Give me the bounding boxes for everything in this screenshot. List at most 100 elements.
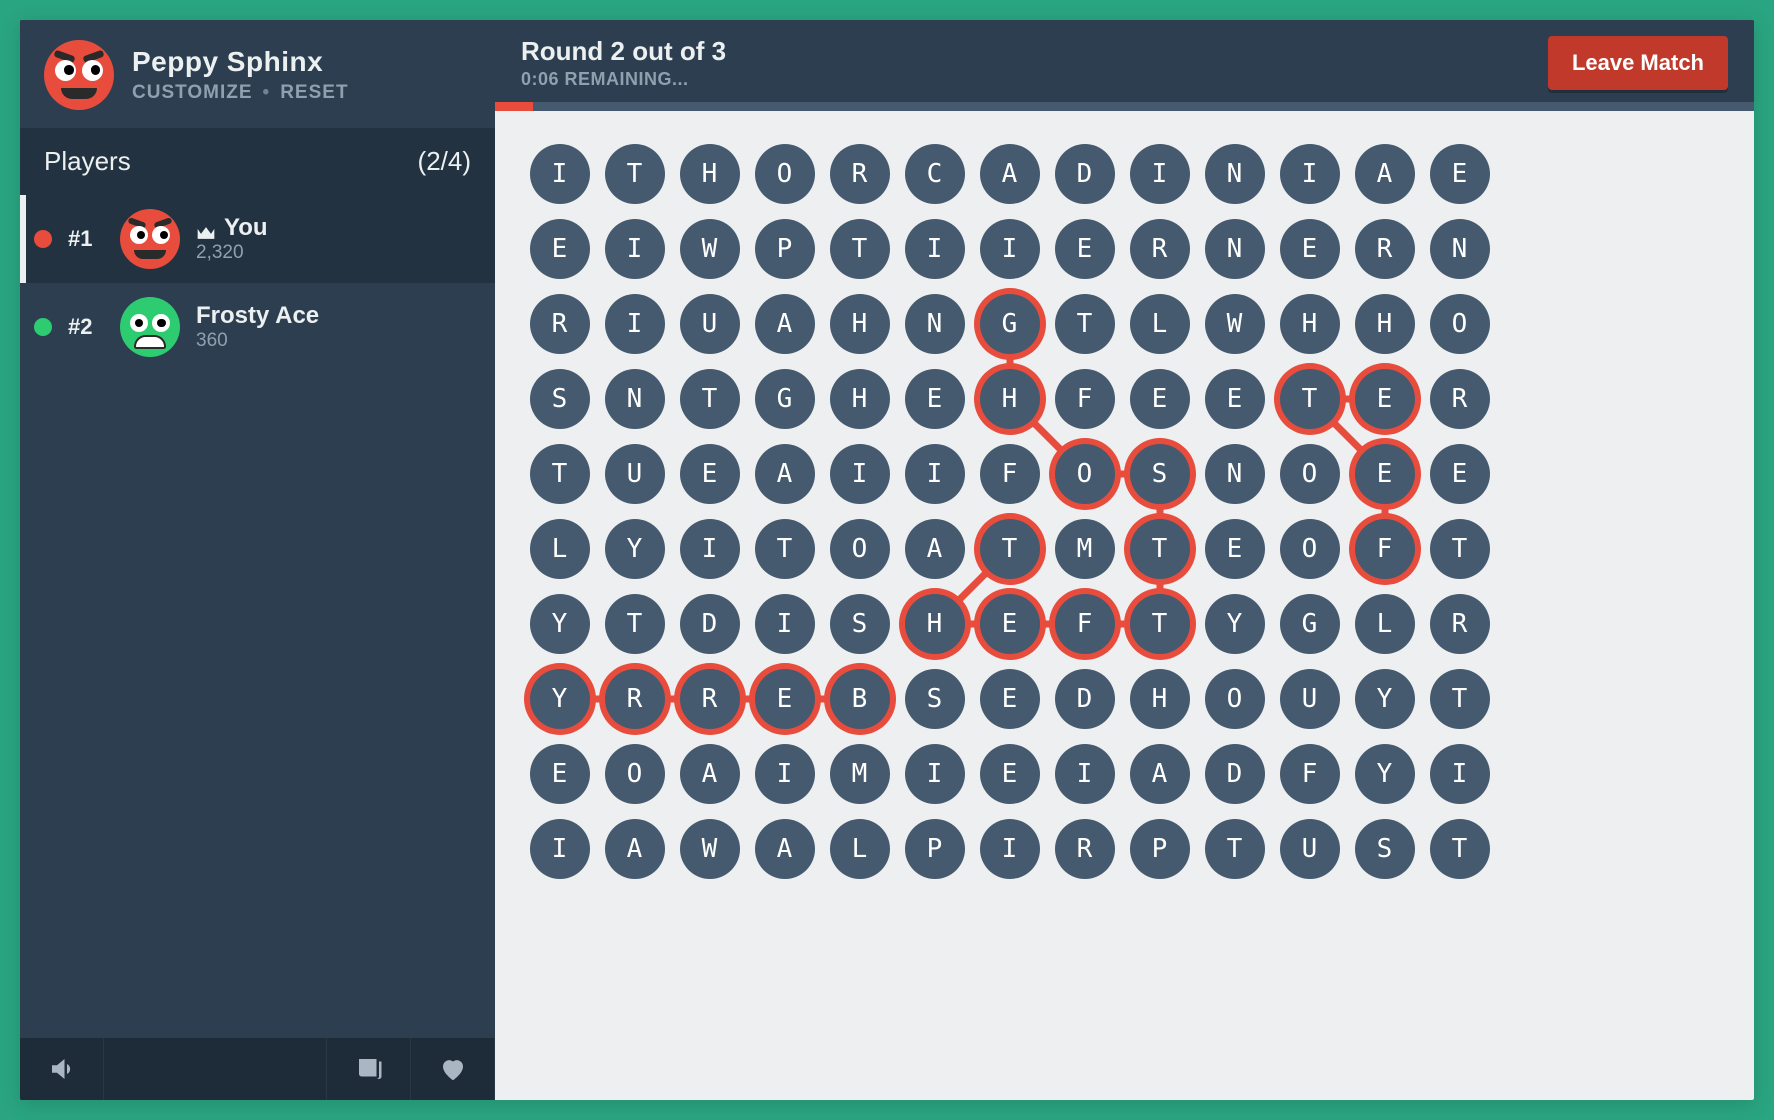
letter-chip[interactable]: T [530,444,590,504]
letter-chip[interactable]: W [680,819,740,879]
letter-chip[interactable]: N [605,369,665,429]
letter-chip[interactable]: L [1355,594,1415,654]
letter-chip[interactable]: I [680,519,740,579]
letter-chip[interactable]: E [1355,369,1415,429]
heart-icon[interactable] [411,1038,495,1100]
letter-chip[interactable]: H [1355,294,1415,354]
letter-chip[interactable]: R [830,144,890,204]
letter-chip[interactable]: E [1205,519,1265,579]
letter-chip[interactable]: D [1055,669,1115,729]
letter-chip[interactable]: O [605,744,665,804]
letter-chip[interactable]: A [1130,744,1190,804]
letter-chip[interactable]: I [980,219,1040,279]
letter-chip[interactable]: E [1430,144,1490,204]
letter-chip[interactable]: U [605,444,665,504]
letter-chip[interactable]: M [830,744,890,804]
letter-chip[interactable]: F [1055,594,1115,654]
letter-chip[interactable]: T [680,369,740,429]
letter-chip[interactable]: E [980,669,1040,729]
letter-chip[interactable]: I [1280,144,1340,204]
letter-chip[interactable]: T [980,519,1040,579]
leave-button[interactable]: Leave Match [1548,36,1728,90]
letter-chip[interactable]: M [1055,519,1115,579]
letter-chip[interactable]: T [1130,594,1190,654]
letter-chip[interactable]: R [1130,219,1190,279]
letter-chip[interactable]: G [755,369,815,429]
letter-chip[interactable]: Y [605,519,665,579]
letter-chip[interactable]: E [1430,444,1490,504]
letter-chip[interactable]: H [830,369,890,429]
letter-chip[interactable]: L [1130,294,1190,354]
letter-chip[interactable]: R [1355,219,1415,279]
letter-chip[interactable]: I [530,144,590,204]
letter-chip[interactable]: O [1205,669,1265,729]
letter-chip[interactable]: S [1355,819,1415,879]
letter-chip[interactable]: L [830,819,890,879]
letter-chip[interactable]: G [1280,594,1340,654]
letter-chip[interactable]: D [1055,144,1115,204]
letter-chip[interactable]: Y [1355,744,1415,804]
letter-chip[interactable]: Y [530,594,590,654]
letter-chip[interactable]: Y [1205,594,1265,654]
letter-chip[interactable]: I [1430,744,1490,804]
letter-chip[interactable]: P [905,819,965,879]
letter-chip[interactable]: I [905,444,965,504]
letter-chip[interactable]: U [680,294,740,354]
profile-avatar[interactable] [44,40,114,110]
letter-chip[interactable]: E [1205,369,1265,429]
letter-chip[interactable]: I [905,219,965,279]
letter-chip[interactable]: E [905,369,965,429]
letter-chip[interactable]: A [755,819,815,879]
letter-chip[interactable]: D [1205,744,1265,804]
letter-chip[interactable]: B [830,669,890,729]
letter-chip[interactable]: A [680,744,740,804]
letter-chip[interactable]: I [530,819,590,879]
letter-chip[interactable]: F [1280,744,1340,804]
letter-chip[interactable]: W [1205,294,1265,354]
letter-chip[interactable]: E [680,444,740,504]
letter-chip[interactable]: E [980,744,1040,804]
letter-chip[interactable]: E [1355,444,1415,504]
letter-chip[interactable]: N [1205,144,1265,204]
letter-chip[interactable]: P [1130,819,1190,879]
letter-chip[interactable]: E [1130,369,1190,429]
letter-chip[interactable]: I [980,819,1040,879]
letter-chip[interactable]: T [605,144,665,204]
letter-chip[interactable]: E [1055,219,1115,279]
letter-chip[interactable]: N [1430,219,1490,279]
letter-chip[interactable]: R [530,294,590,354]
letter-chip[interactable]: O [1280,444,1340,504]
letter-chip[interactable]: H [680,144,740,204]
letter-chip[interactable]: T [1430,519,1490,579]
letter-chip[interactable]: R [605,669,665,729]
letter-chip[interactable]: E [755,669,815,729]
letter-chip[interactable]: H [905,594,965,654]
letter-chip[interactable]: P [755,219,815,279]
letter-chip[interactable]: S [905,669,965,729]
letter-chip[interactable]: I [755,744,815,804]
letter-chip[interactable]: O [1055,444,1115,504]
letter-chip[interactable]: F [1055,369,1115,429]
letter-chip[interactable]: T [755,519,815,579]
letter-chip[interactable]: H [980,369,1040,429]
letter-chip[interactable]: N [1205,219,1265,279]
letter-chip[interactable]: H [830,294,890,354]
letter-chip[interactable]: O [755,144,815,204]
letter-chip[interactable]: I [605,219,665,279]
letter-chip[interactable]: N [1205,444,1265,504]
letter-chip[interactable]: Y [1355,669,1415,729]
letter-chip[interactable]: R [1055,819,1115,879]
letter-chip[interactable]: T [1280,369,1340,429]
letter-chip[interactable]: I [905,744,965,804]
letter-chip[interactable]: Y [530,669,590,729]
letter-chip[interactable]: G [980,294,1040,354]
letter-chip[interactable]: R [1430,369,1490,429]
letter-chip[interactable]: W [680,219,740,279]
letter-chip[interactable]: I [605,294,665,354]
letter-chip[interactable]: E [530,744,590,804]
letter-chip[interactable]: C [905,144,965,204]
letter-chip[interactable]: T [605,594,665,654]
letter-chip[interactable]: T [1430,819,1490,879]
letter-chip[interactable]: A [980,144,1040,204]
letter-chip[interactable]: H [1280,294,1340,354]
